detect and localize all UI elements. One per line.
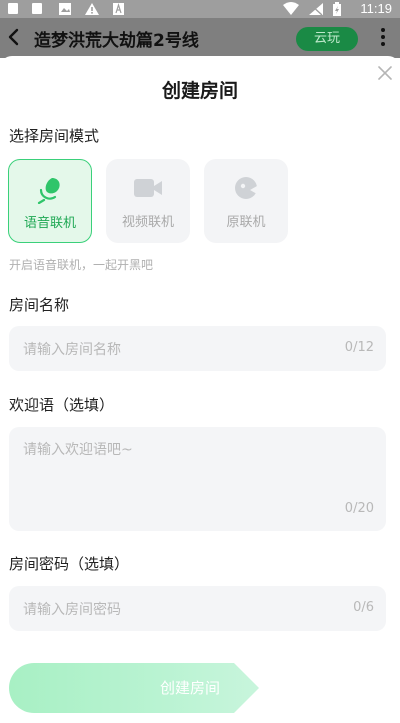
more-options-icon[interactable]	[380, 28, 386, 49]
gamepad-icon	[235, 177, 257, 199]
close-icon[interactable]	[376, 64, 394, 82]
image-icon	[59, 3, 71, 15]
room-name-counter: 0/12	[344, 340, 374, 355]
warning-icon	[85, 3, 99, 15]
mode-label: 原联机	[226, 215, 266, 230]
status-bar: 11:19	[0, 0, 400, 18]
mode-label: 语音联机	[23, 216, 76, 231]
wifi-icon	[283, 2, 299, 15]
welcome-counter: 0/20	[344, 501, 374, 516]
signal-icon	[309, 3, 323, 16]
password-counter: 0/6	[353, 600, 374, 615]
welcome-label: 欢迎语（选填）	[9, 396, 115, 414]
mode-card-voice[interactable]: 语音联机	[8, 159, 92, 243]
room-name-placeholder: 请输入房间名称	[23, 342, 121, 358]
notification-icon	[32, 3, 42, 14]
mode-hint: 开启语音联机，一起开黑吧	[9, 258, 154, 272]
notification-icon	[8, 3, 18, 14]
create-room-sheet: 创建房间 选择房间模式 语音联机 视频联机 原联机 开启语音联机，一起开黑吧 房…	[0, 56, 400, 723]
mode-label: 视频联机	[121, 215, 174, 230]
room-name-label: 房间名称	[9, 296, 70, 314]
back-arrow-icon[interactable]	[6, 27, 22, 47]
battery-icon	[333, 2, 341, 16]
mode-section-label: 选择房间模式	[9, 127, 100, 145]
room-name-input[interactable]: 请输入房间名称 0/12	[9, 326, 386, 371]
text-icon	[113, 2, 124, 15]
create-room-label: 创建房间	[159, 679, 220, 697]
app-title: 造梦洪荒大劫篇2号线	[34, 31, 199, 51]
mode-card-video[interactable]: 视频联机	[106, 159, 190, 243]
microphone-icon	[37, 178, 60, 205]
create-room-button[interactable]: 创建房间	[9, 663, 259, 713]
app-bar: 造梦洪荒大劫篇2号线 云玩	[0, 18, 400, 58]
welcome-textarea[interactable]: 请输入欢迎语吧~ 0/20	[9, 427, 386, 531]
video-camera-icon	[134, 179, 162, 197]
password-placeholder: 请输入房间密码	[23, 602, 121, 618]
welcome-placeholder: 请输入欢迎语吧~	[23, 442, 133, 458]
room-password-input[interactable]: 请输入房间密码 0/6	[9, 586, 386, 631]
password-label: 房间密码（选填）	[9, 555, 130, 573]
mode-card-original[interactable]: 原联机	[204, 159, 288, 243]
status-time: 11:19	[360, 1, 392, 16]
cloud-play-button[interactable]: 云玩	[296, 27, 358, 51]
sheet-title: 创建房间	[161, 80, 238, 102]
